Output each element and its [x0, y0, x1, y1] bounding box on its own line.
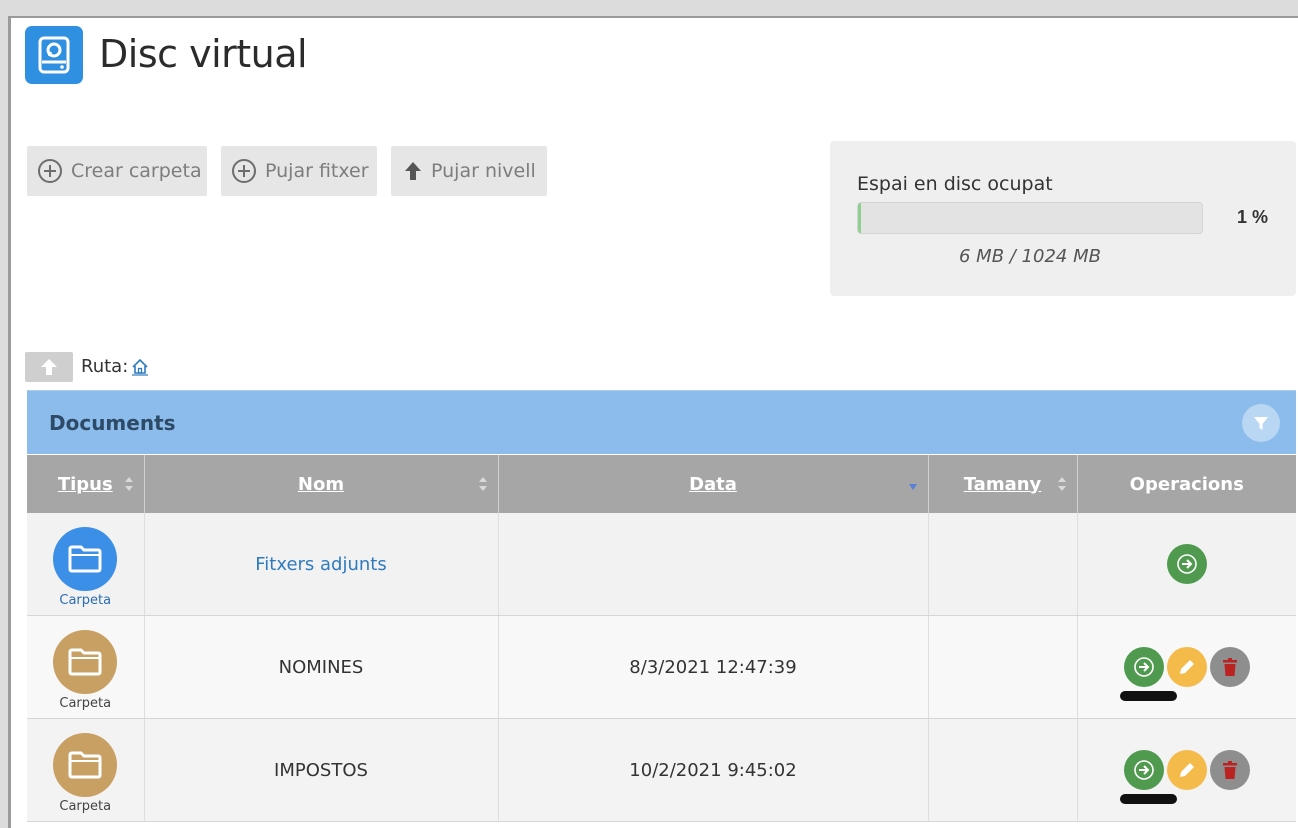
- type-cell: Carpeta: [27, 615, 145, 719]
- size-cell: [928, 513, 1078, 616]
- column-header-type[interactable]: Tipus: [27, 455, 145, 513]
- disk-usage-panel: Espai en disc ocupat 1 % 6 MB / 1024 MB: [830, 141, 1296, 296]
- column-header-name-label: Nom: [297, 473, 345, 495]
- type-label: Carpeta: [59, 592, 112, 608]
- open-folder-button[interactable]: [1119, 750, 1177, 804]
- plus-circle-icon: [38, 159, 62, 183]
- column-header-date-label: Data: [689, 473, 737, 495]
- path-up-button[interactable]: [25, 352, 73, 382]
- documents-table: Tipus Nom Data Tamany Operacions Carpeta…: [27, 455, 1296, 822]
- upload-file-label: Pujar fitxer: [265, 160, 369, 182]
- go-up-level-label: Pujar nivell: [431, 160, 536, 182]
- filter-icon: [1254, 417, 1268, 430]
- column-header-operations-label: Operacions: [1129, 473, 1244, 495]
- arrow-up-icon: [405, 162, 421, 180]
- disk-usage-label: Espai en disc ocupat: [857, 173, 1053, 195]
- edit-button[interactable]: [1166, 647, 1207, 687]
- name-cell: Fitxers adjunts: [144, 513, 499, 616]
- date-cell: 8/3/2021 12:47:39: [498, 615, 929, 719]
- go-up-level-button[interactable]: Pujar nivell: [391, 146, 547, 196]
- operations-cell: [1077, 513, 1296, 616]
- name-cell: NOMINES: [144, 615, 499, 719]
- disk-usage-progress-fill: [858, 203, 862, 233]
- trash-icon: [1222, 658, 1237, 676]
- size-cell: [928, 718, 1078, 822]
- create-folder-button[interactable]: Crear carpeta: [27, 146, 207, 196]
- table-row[interactable]: Carpeta Fitxers adjunts: [27, 513, 1296, 616]
- type-label: Carpeta: [59, 798, 112, 814]
- window: Disc virtual Crear carpeta Pujar fitxer …: [8, 16, 1298, 828]
- operations-cell: [1077, 718, 1296, 822]
- folder-icon[interactable]: [53, 526, 118, 591]
- type-cell: Carpeta: [27, 513, 145, 616]
- name-cell: IMPOSTOS: [144, 718, 499, 822]
- arrow-up-icon: [41, 359, 57, 375]
- page-title: Disc virtual: [99, 32, 308, 76]
- table-row[interactable]: Carpeta NOMINES 8/3/2021 12:47:39: [27, 615, 1296, 719]
- disk-usage-progress-bar: [857, 202, 1203, 234]
- type-cell: Carpeta: [27, 718, 145, 822]
- date-cell: 10/2/2021 9:45:02: [498, 718, 929, 822]
- column-header-size[interactable]: Tamany: [928, 455, 1078, 513]
- redaction-mark: [1119, 794, 1177, 804]
- arrow-right-icon: [1176, 554, 1197, 574]
- upload-file-button[interactable]: Pujar fitxer: [221, 146, 377, 196]
- sort-both-icon: [124, 477, 133, 491]
- operations-cell: [1077, 615, 1296, 719]
- arrow-right-icon: [1133, 760, 1154, 780]
- sort-desc-icon: [908, 484, 917, 490]
- table-row[interactable]: Carpeta IMPOSTOS 10/2/2021 9:45:02: [27, 718, 1296, 822]
- path-label: Ruta:: [81, 356, 129, 377]
- plus-circle-icon: [232, 159, 256, 183]
- filter-button[interactable]: [1242, 404, 1280, 442]
- sort-both-icon: [478, 477, 487, 491]
- type-label: Carpeta: [59, 695, 112, 711]
- table-header-row: Tipus Nom Data Tamany Operacions: [27, 455, 1296, 513]
- pencil-icon: [1179, 660, 1194, 674]
- folder-icon[interactable]: [53, 629, 118, 694]
- folder-name-link[interactable]: Fitxers adjunts: [255, 554, 386, 575]
- open-folder-button[interactable]: [1166, 544, 1207, 584]
- documents-panel-title: Documents: [49, 411, 176, 435]
- column-header-date[interactable]: Data: [498, 455, 929, 513]
- breadcrumb: Ruta:: [81, 356, 149, 377]
- column-header-type-label: Tipus: [57, 473, 113, 495]
- trash-icon: [1222, 761, 1237, 779]
- documents-panel-header: Documents: [27, 390, 1296, 454]
- column-header-name[interactable]: Nom: [144, 455, 499, 513]
- open-folder-button[interactable]: [1119, 647, 1177, 701]
- folder-icon[interactable]: [53, 732, 118, 797]
- arrow-right-icon: [1133, 657, 1154, 677]
- edit-button[interactable]: [1166, 750, 1207, 790]
- column-header-size-label: Tamany: [963, 473, 1042, 495]
- home-icon[interactable]: [131, 358, 149, 376]
- delete-button[interactable]: [1209, 750, 1250, 790]
- redaction-mark: [1119, 691, 1177, 701]
- date-cell: [498, 513, 929, 616]
- pencil-icon: [1179, 763, 1194, 777]
- disk-usage-text: 6 MB / 1024 MB: [959, 246, 1101, 267]
- delete-button[interactable]: [1209, 647, 1250, 687]
- size-cell: [928, 615, 1078, 719]
- sort-both-icon: [1057, 477, 1066, 491]
- create-folder-label: Crear carpeta: [71, 160, 202, 182]
- column-header-operations: Operacions: [1077, 455, 1296, 513]
- hard-drive-icon: [25, 26, 83, 84]
- disk-usage-percent: 1 %: [1236, 207, 1268, 227]
